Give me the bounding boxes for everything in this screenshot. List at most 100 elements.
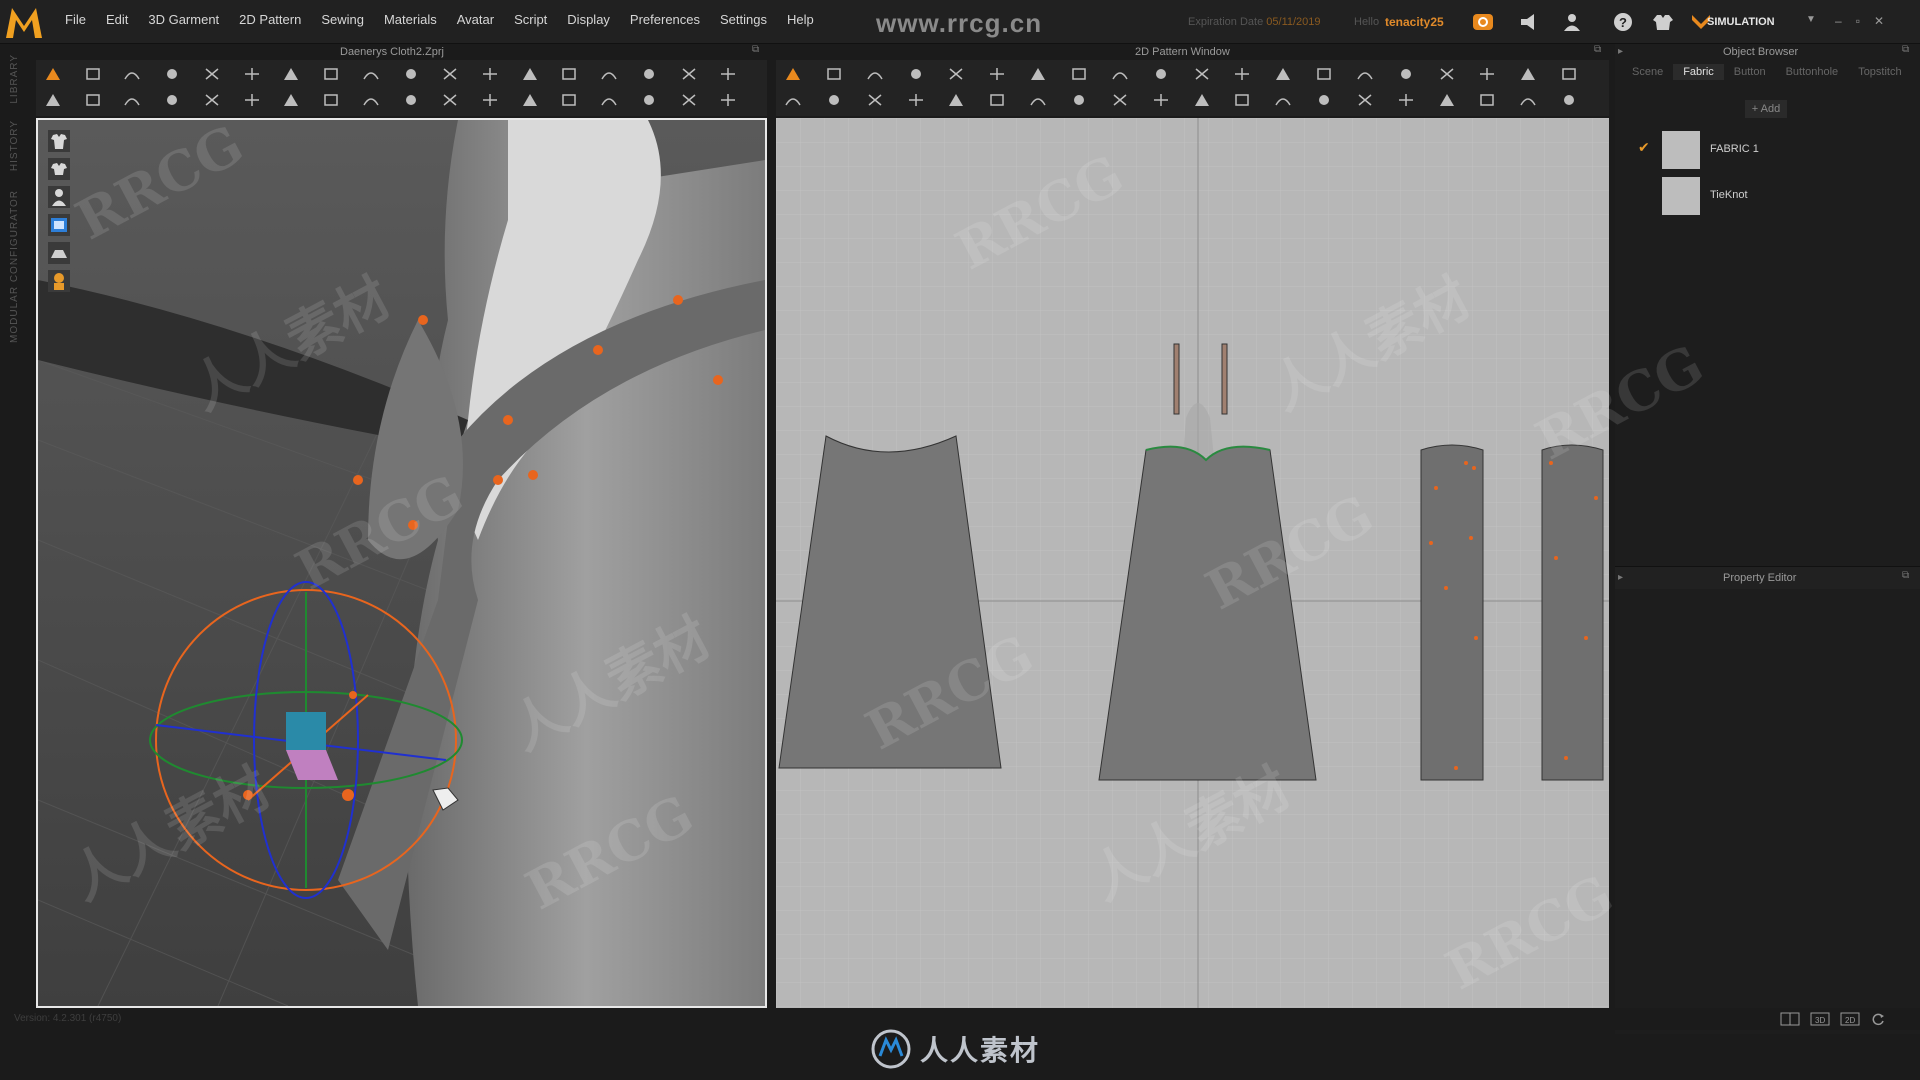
pattern-sash-strip-1[interactable] bbox=[1420, 444, 1484, 781]
tb2d-tool-icon[interactable] bbox=[1233, 92, 1251, 108]
top-body-icon[interactable] bbox=[48, 158, 70, 180]
tb3d-tool-icon[interactable] bbox=[560, 66, 578, 82]
tb3d-tool-icon[interactable] bbox=[481, 66, 499, 82]
menu-file[interactable]: File bbox=[55, 12, 96, 27]
menu-edit[interactable]: Edit bbox=[96, 12, 138, 27]
property-editor-expand-icon[interactable]: ▸ bbox=[1618, 572, 1623, 583]
tb3d-tool-icon[interactable] bbox=[322, 92, 340, 108]
tb2d-tool-icon[interactable] bbox=[907, 66, 925, 82]
tb3d-tool-icon[interactable] bbox=[521, 92, 539, 108]
close-button[interactable]: ✕ bbox=[1874, 14, 1884, 28]
tb3d-tool-icon[interactable] bbox=[84, 92, 102, 108]
tb3d-tool-icon[interactable] bbox=[402, 92, 420, 108]
tb3d-tool-icon[interactable] bbox=[441, 66, 459, 82]
tb3d-tool-icon[interactable] bbox=[163, 66, 181, 82]
tb3d-tool-icon[interactable] bbox=[123, 66, 141, 82]
tb3d-tool-icon[interactable] bbox=[481, 92, 499, 108]
2d-view-icon[interactable]: 2D bbox=[1840, 1012, 1860, 1026]
tb3d-tool-icon[interactable] bbox=[600, 92, 618, 108]
pattern-strap-left[interactable] bbox=[1173, 343, 1180, 415]
tb3d-tool-icon[interactable] bbox=[44, 66, 62, 82]
tb2d-tool-icon[interactable] bbox=[1152, 92, 1170, 108]
tb2d-tool-icon[interactable] bbox=[988, 92, 1006, 108]
history-tab[interactable]: HISTORY bbox=[9, 120, 20, 171]
tb2d-tool-icon[interactable] bbox=[1152, 66, 1170, 82]
menu-materials[interactable]: Materials bbox=[374, 12, 447, 27]
fabric-item[interactable]: ✔ FABRIC 1 bbox=[1630, 127, 1910, 171]
tb2d-tool-icon[interactable] bbox=[1560, 66, 1578, 82]
tb2d-tool-icon[interactable] bbox=[988, 66, 1006, 82]
tb2d-tool-icon[interactable] bbox=[866, 92, 884, 108]
tb3d-tool-icon[interactable] bbox=[441, 92, 459, 108]
minimize-button[interactable]: – bbox=[1835, 14, 1842, 28]
3d-viewport[interactable] bbox=[36, 118, 767, 1008]
library-tab[interactable]: LIBRARY bbox=[9, 54, 20, 104]
tb2d-tool-icon[interactable] bbox=[1397, 66, 1415, 82]
tb2d-tool-icon[interactable] bbox=[1070, 92, 1088, 108]
avatar-icon[interactable] bbox=[48, 186, 70, 208]
menu-preferences[interactable]: Preferences bbox=[620, 12, 710, 27]
tb3d-tool-icon[interactable] bbox=[123, 92, 141, 108]
tb2d-tool-icon[interactable] bbox=[1356, 92, 1374, 108]
tb2d-tool-icon[interactable] bbox=[1029, 66, 1047, 82]
announcement-icon[interactable] bbox=[1518, 12, 1540, 32]
object-browser-popout-icon[interactable]: ⧉ bbox=[1902, 44, 1909, 55]
split-view-icon[interactable] bbox=[1780, 1012, 1800, 1026]
mode-dropdown-icon[interactable]: ▼ bbox=[1806, 14, 1816, 25]
help-icon[interactable]: ? bbox=[1612, 12, 1634, 32]
tb3d-tool-icon[interactable] bbox=[402, 66, 420, 82]
tb2d-tool-icon[interactable] bbox=[1070, 66, 1088, 82]
tb3d-tool-icon[interactable] bbox=[560, 92, 578, 108]
refresh-icon[interactable] bbox=[1870, 1012, 1886, 1026]
tb3d-tool-icon[interactable] bbox=[362, 92, 380, 108]
tb2d-tool-icon[interactable] bbox=[1478, 66, 1496, 82]
menu-sewing[interactable]: Sewing bbox=[311, 12, 374, 27]
tab-buttonhole[interactable]: Buttonhole bbox=[1776, 64, 1849, 80]
tb3d-tool-icon[interactable] bbox=[203, 66, 221, 82]
garment-icon[interactable] bbox=[1652, 12, 1674, 32]
tb3d-tool-icon[interactable] bbox=[282, 92, 300, 108]
tb2d-tool-icon[interactable] bbox=[1315, 66, 1333, 82]
full-body-icon[interactable] bbox=[48, 130, 70, 152]
tb2d-tool-icon[interactable] bbox=[825, 66, 843, 82]
tb2d-tool-icon[interactable] bbox=[1193, 66, 1211, 82]
username[interactable]: tenacity25 bbox=[1385, 15, 1444, 29]
menu-display[interactable]: Display bbox=[557, 12, 620, 27]
tb2d-tool-icon[interactable] bbox=[1356, 66, 1374, 82]
menu-avatar[interactable]: Avatar bbox=[447, 12, 504, 27]
3d-view-icon[interactable]: 3D bbox=[1810, 1012, 1830, 1026]
modular-configurator-tab[interactable]: MODULAR CONFIGURATOR bbox=[9, 190, 20, 343]
account-icon[interactable] bbox=[1561, 12, 1583, 32]
pattern-strap-right[interactable] bbox=[1221, 343, 1228, 415]
tb3d-tool-icon[interactable] bbox=[322, 66, 340, 82]
tb3d-tool-icon[interactable] bbox=[44, 92, 62, 108]
tab-topstitch[interactable]: Topstitch bbox=[1848, 64, 1911, 80]
tb3d-tool-icon[interactable] bbox=[203, 92, 221, 108]
tb2d-tool-icon[interactable] bbox=[1478, 92, 1496, 108]
grid-icon[interactable] bbox=[48, 242, 70, 264]
avatar-orange-icon[interactable] bbox=[48, 270, 70, 292]
tb2d-tool-icon[interactable] bbox=[947, 66, 965, 82]
fabric-item[interactable]: TieKnot bbox=[1630, 173, 1910, 217]
tb2d-tool-icon[interactable] bbox=[1438, 92, 1456, 108]
tab-scene[interactable]: Scene bbox=[1622, 64, 1673, 80]
2d-window-popout-icon[interactable]: ⧉ bbox=[1594, 44, 1601, 55]
tb2d-tool-icon[interactable] bbox=[1111, 92, 1129, 108]
tb3d-tool-icon[interactable] bbox=[600, 66, 618, 82]
tb3d-tool-icon[interactable] bbox=[680, 66, 698, 82]
tb2d-tool-icon[interactable] bbox=[1029, 92, 1047, 108]
maximize-button[interactable]: ▫ bbox=[1856, 14, 1860, 28]
pattern-sash-strip-2[interactable] bbox=[1541, 444, 1604, 781]
tb2d-tool-icon[interactable] bbox=[907, 92, 925, 108]
tab-button[interactable]: Button bbox=[1724, 64, 1776, 80]
object-browser-expand-icon[interactable]: ▸ bbox=[1618, 46, 1623, 57]
menu-help[interactable]: Help bbox=[777, 12, 824, 27]
tb3d-tool-icon[interactable] bbox=[84, 66, 102, 82]
tb2d-tool-icon[interactable] bbox=[1519, 66, 1537, 82]
3d-window-popout-icon[interactable]: ⧉ bbox=[752, 44, 759, 55]
tb2d-tool-icon[interactable] bbox=[1438, 66, 1456, 82]
2d-pattern-viewport[interactable] bbox=[776, 118, 1609, 1008]
tb3d-tool-icon[interactable] bbox=[680, 92, 698, 108]
tb3d-tool-icon[interactable] bbox=[243, 66, 261, 82]
tab-fabric[interactable]: Fabric bbox=[1673, 64, 1724, 80]
